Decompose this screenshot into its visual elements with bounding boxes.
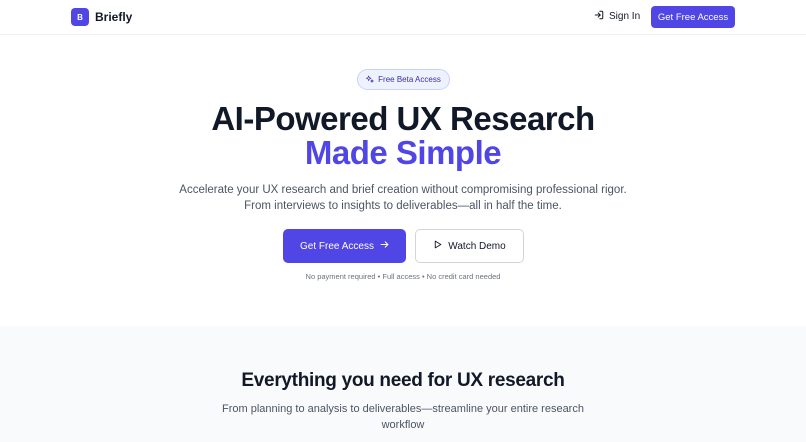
logo[interactable]: B Briefly <box>71 8 132 26</box>
hero-note: No payment required • Full access • No c… <box>305 272 501 281</box>
features-subtitle: From planning to analysis to deliverable… <box>0 401 806 433</box>
beta-badge-label: Free Beta Access <box>378 75 441 84</box>
get-free-access-button[interactable]: Get Free Access <box>283 229 406 263</box>
top-nav: B Briefly Sign In Get Free Access <box>0 0 806 35</box>
sign-in-link[interactable]: Sign In <box>594 10 640 23</box>
get-free-access-label: Get Free Access <box>300 240 374 252</box>
watch-demo-button[interactable]: Watch Demo <box>415 229 524 263</box>
sign-in-icon <box>594 10 604 23</box>
hero-subtitle-line-2: From interviews to insights to deliverab… <box>244 200 562 212</box>
features-title: Everything you need for UX research <box>241 370 565 391</box>
header-get-access-button[interactable]: Get Free Access <box>651 6 735 28</box>
hero-subtitle: Accelerate your UX research and brief cr… <box>0 182 806 214</box>
arrow-right-icon <box>380 240 389 252</box>
play-icon <box>433 240 442 252</box>
hero-title-accent: Made Simple <box>304 134 502 171</box>
sign-in-label: Sign In <box>609 11 641 22</box>
features-section: Everything you need for UX research From… <box>0 326 806 442</box>
hero-subtitle-line-1: Accelerate your UX research and brief cr… <box>179 184 627 196</box>
features-subtitle-line-2: workflow <box>381 419 425 431</box>
watch-demo-label: Watch Demo <box>448 240 506 252</box>
hero-title: AI-Powered UX Research <box>211 100 595 137</box>
logo-mark: B <box>71 8 89 26</box>
features-subtitle-line-1: From planning to analysis to deliverable… <box>222 403 584 415</box>
sparkles-icon <box>366 75 374 85</box>
logo-text: Briefly <box>95 10 133 24</box>
beta-badge: Free Beta Access <box>357 69 450 90</box>
